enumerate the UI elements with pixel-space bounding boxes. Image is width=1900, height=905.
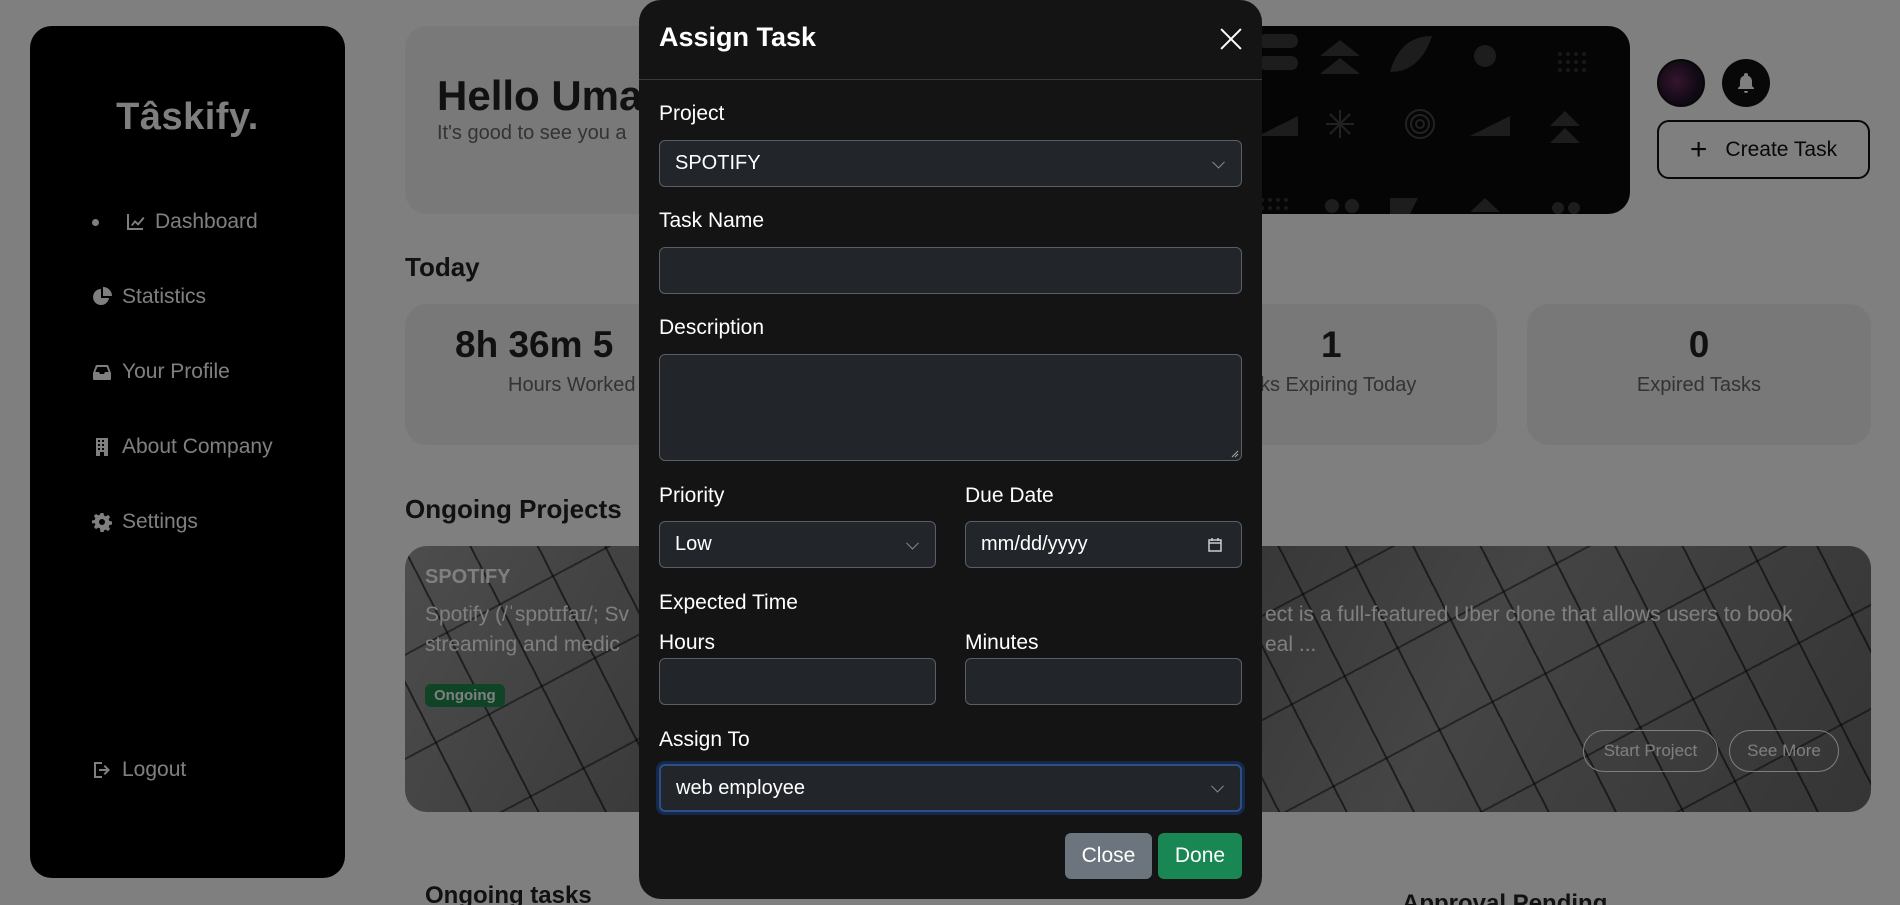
chevron-down-icon <box>1211 779 1224 793</box>
priority-select[interactable]: Low <box>659 521 936 568</box>
hours-label: Hours <box>659 631 716 654</box>
modal-title: Assign Task <box>659 22 817 52</box>
project-label: Project <box>659 102 725 125</box>
project-select-value: SPOTIFY <box>675 152 761 174</box>
assign-task-modal: Assign Task Project SPOTIFY Task Name De… <box>639 0 1262 899</box>
resize-handle-icon[interactable] <box>1229 448 1239 458</box>
close-button[interactable]: Close <box>1065 833 1152 879</box>
description-textarea[interactable] <box>659 354 1242 461</box>
chevron-down-icon <box>906 536 919 550</box>
project-select[interactable]: SPOTIFY <box>659 140 1242 187</box>
due-date-placeholder: mm/dd/yyyy <box>981 533 1088 555</box>
minutes-input[interactable] <box>965 658 1242 705</box>
hours-input[interactable] <box>659 658 936 705</box>
assign-to-select[interactable]: web employee <box>659 764 1242 812</box>
chevron-down-icon <box>1212 155 1225 169</box>
expected-time-label: Expected Time <box>659 591 798 614</box>
minutes-label: Minutes <box>965 631 1039 654</box>
priority-select-value: Low <box>675 533 712 555</box>
done-button[interactable]: Done <box>1158 833 1242 879</box>
modal-header: Assign Task <box>639 0 1262 80</box>
calendar-icon[interactable] <box>1207 537 1223 553</box>
description-label: Description <box>659 316 765 339</box>
task-name-label: Task Name <box>659 209 765 232</box>
priority-label: Priority <box>659 484 725 507</box>
task-name-input[interactable] <box>659 247 1242 294</box>
assign-to-value: web employee <box>676 776 805 799</box>
close-icon[interactable] <box>1216 24 1246 54</box>
assign-to-label: Assign To <box>659 728 750 751</box>
due-date-label: Due Date <box>965 484 1054 507</box>
due-date-input[interactable]: mm/dd/yyyy <box>965 521 1242 568</box>
